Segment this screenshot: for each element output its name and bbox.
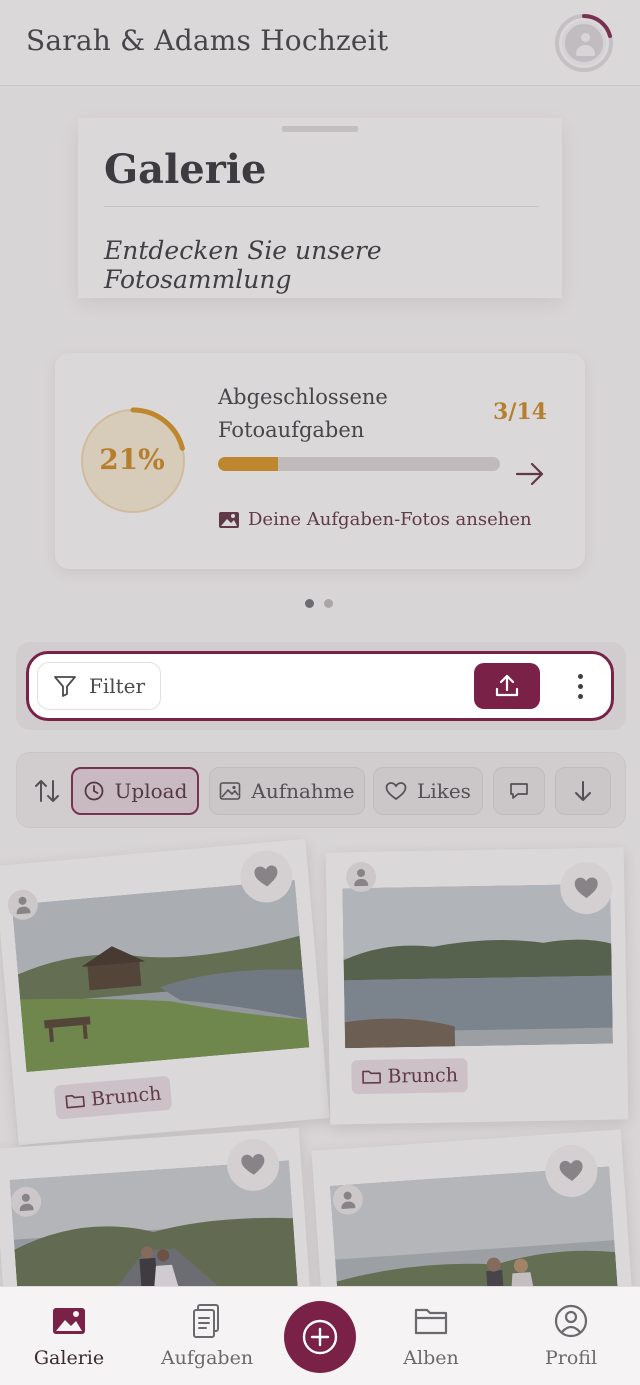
bottom-navigation: Galerie Aufgaben Alben Profil bbox=[0, 1286, 640, 1385]
photo-lake-cabin bbox=[11, 880, 310, 1073]
photo-card[interactable]: Brunch bbox=[325, 847, 629, 1125]
heart-icon bbox=[385, 782, 407, 801]
filter-button[interactable]: Filter bbox=[37, 662, 161, 710]
album-tag-label: Brunch bbox=[90, 1082, 163, 1111]
sort-direction-icon[interactable] bbox=[33, 777, 61, 805]
gallery-icon bbox=[53, 1308, 85, 1334]
sort-chip-comments[interactable] bbox=[493, 767, 545, 815]
filter-button-label: Filter bbox=[88, 674, 146, 698]
page-title: Galerie bbox=[104, 146, 267, 193]
task-photos-link-label: Deine Aufgaben-Fotos ansehen bbox=[248, 509, 532, 530]
nav-item-label: Galerie bbox=[33, 1347, 105, 1369]
task-progress-fill bbox=[218, 457, 279, 471]
album-tag-label: Brunch bbox=[387, 1064, 459, 1088]
carousel-indicator bbox=[305, 599, 333, 608]
nav-item-label: Profil bbox=[544, 1347, 598, 1369]
sort-chip-label: Likes bbox=[417, 779, 471, 803]
plus-circle-icon bbox=[302, 1319, 338, 1355]
task-count: 3/14 bbox=[493, 399, 547, 425]
sort-chip-upload[interactable]: Upload bbox=[71, 767, 199, 815]
folder-icon bbox=[362, 1070, 381, 1084]
folder-icon bbox=[65, 1094, 85, 1109]
folder-icon bbox=[414, 1308, 448, 1335]
clock-icon bbox=[84, 781, 103, 801]
photo-card[interactable]: Brunch bbox=[0, 838, 330, 1146]
profile-avatar-button[interactable] bbox=[553, 12, 615, 74]
user-avatar-icon bbox=[562, 21, 606, 65]
image-icon bbox=[220, 782, 241, 800]
sort-chip-likes[interactable]: Likes bbox=[373, 767, 483, 815]
event-title: Sarah & Adams Hochzeit bbox=[26, 24, 389, 57]
photo-tasks-card[interactable]: 21% Abgeschlossene Fotoaufgaben 3/14 Dei… bbox=[55, 353, 585, 569]
carousel-dot[interactable] bbox=[324, 599, 333, 608]
app-header: Sarah & Adams Hochzeit bbox=[0, 0, 640, 86]
comment-icon bbox=[510, 783, 528, 799]
tasks-icon bbox=[193, 1304, 219, 1338]
heart-icon bbox=[559, 1160, 583, 1181]
heart-icon bbox=[574, 877, 598, 899]
add-photo-button[interactable] bbox=[284, 1301, 356, 1373]
task-progress-bar bbox=[218, 457, 500, 471]
sort-bar: Upload Aufnahme Likes bbox=[16, 752, 626, 828]
nav-item-profile[interactable]: Profil bbox=[516, 1303, 626, 1369]
nav-item-gallery[interactable]: Galerie bbox=[14, 1303, 124, 1369]
album-tag[interactable]: Brunch bbox=[351, 1058, 469, 1095]
image-icon bbox=[219, 511, 239, 528]
sort-chip-capture[interactable]: Aufnahme bbox=[209, 767, 365, 815]
profile-icon bbox=[554, 1304, 588, 1338]
filter-icon bbox=[54, 676, 76, 697]
heart-icon bbox=[254, 865, 278, 887]
nav-item-tasks[interactable]: Aufgaben bbox=[152, 1303, 262, 1369]
filter-toolbar: Filter bbox=[26, 651, 614, 721]
sort-order-button[interactable] bbox=[555, 767, 611, 815]
nav-item-albums[interactable]: Alben bbox=[376, 1303, 486, 1369]
upload-button[interactable] bbox=[474, 663, 540, 709]
heart-icon bbox=[241, 1153, 265, 1175]
arrow-down-icon bbox=[575, 781, 591, 801]
photo-image[interactable] bbox=[11, 880, 310, 1073]
task-label: Abgeschlossene Fotoaufgaben bbox=[218, 385, 388, 442]
nav-item-label: Alben bbox=[403, 1347, 459, 1369]
card-handle bbox=[282, 126, 358, 132]
sort-chip-label: Aufnahme bbox=[251, 779, 355, 803]
sort-chip-label: Upload bbox=[114, 779, 188, 803]
carousel-dot[interactable] bbox=[305, 599, 314, 608]
divider bbox=[104, 206, 538, 207]
task-photos-link[interactable]: Deine Aufgaben-Fotos ansehen bbox=[218, 509, 532, 530]
arrow-right-icon[interactable] bbox=[513, 457, 547, 491]
gallery-intro-card: Galerie Entdecken Sie unsere Fotosammlun… bbox=[78, 118, 562, 298]
more-vertical-icon[interactable] bbox=[567, 668, 593, 704]
task-percent: 21% bbox=[99, 443, 165, 476]
page-subtitle: Entdecken Sie unsere Fotosammlung bbox=[104, 236, 382, 294]
album-tag[interactable]: Brunch bbox=[53, 1075, 173, 1120]
upload-icon bbox=[495, 674, 519, 697]
nav-item-label: Aufgaben bbox=[160, 1347, 254, 1369]
